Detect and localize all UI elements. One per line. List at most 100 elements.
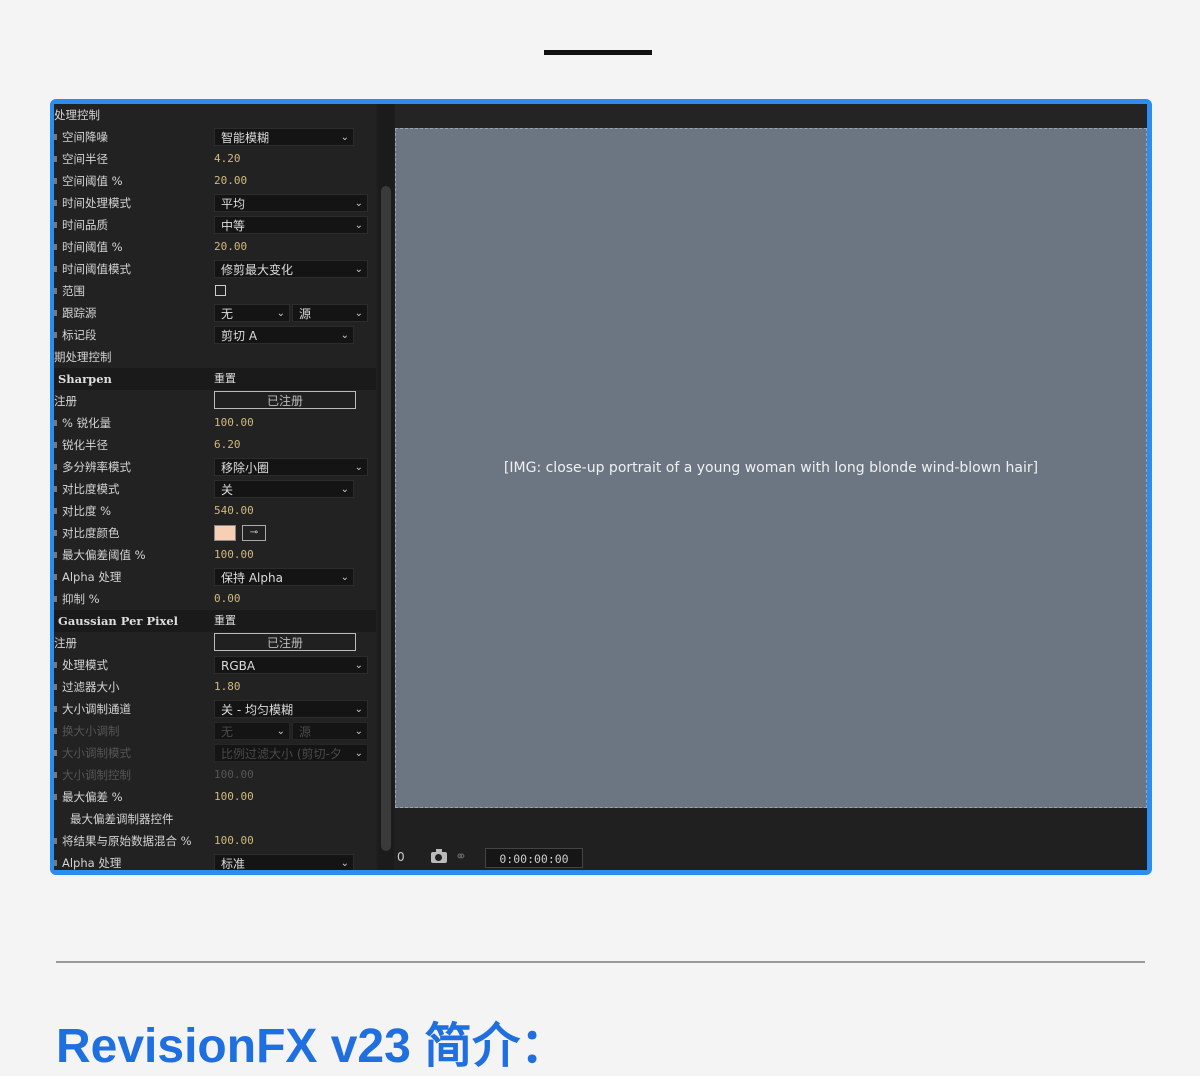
- reset-button[interactable]: 重置: [214, 610, 236, 632]
- expand-toggle[interactable]: [54, 442, 57, 448]
- chevron-down-icon: ⌄: [354, 704, 363, 715]
- param-value[interactable]: 1.80: [214, 676, 241, 698]
- dropdown-value: 比例过滤大小 (剪切-夕: [221, 747, 342, 761]
- eyedropper-icon[interactable]: ⊸: [242, 525, 266, 541]
- param-dropdown[interactable]: 标准 ⌄: [214, 854, 354, 870]
- param-label: 处理控制: [54, 108, 100, 122]
- param-dropdown[interactable]: 剪切 A ⌄: [214, 326, 354, 344]
- param-dropdown[interactable]: RGBA ⌄: [214, 656, 368, 674]
- link-icon[interactable]: ⚭: [455, 849, 467, 865]
- expand-toggle[interactable]: [54, 266, 57, 272]
- param-row: 最大偏差调制器控件: [54, 808, 376, 830]
- source-dropdown[interactable]: 无 ⌄: [214, 722, 290, 740]
- expand-toggle[interactable]: [54, 552, 57, 558]
- param-value[interactable]: 0.00: [214, 588, 241, 610]
- dropdown-value: 关 - 均匀模糊: [221, 703, 293, 717]
- param-dropdown[interactable]: 保持 Alpha ⌄: [214, 568, 354, 586]
- param-dropdown[interactable]: 智能模糊 ⌄: [214, 128, 354, 146]
- expand-toggle[interactable]: [54, 222, 57, 228]
- param-dropdown[interactable]: 关 ⌄: [214, 480, 354, 498]
- dropdown-value: 关: [221, 483, 234, 497]
- expand-toggle[interactable]: [54, 530, 57, 536]
- param-label: 换大小调制: [62, 724, 120, 738]
- expand-toggle[interactable]: [54, 464, 57, 470]
- expand-toggle[interactable]: [54, 200, 57, 206]
- editor-window: 处理控制 空间降噪 智能模糊 ⌄ 空间半径 4.20 空间阈值 % 20.00 时间处理模式 平均…: [54, 104, 1147, 870]
- param-row: Gaussian Per Pixel 重置: [54, 610, 376, 632]
- param-row: 处理模式 RGBA ⌄: [54, 654, 376, 676]
- param-dropdown[interactable]: 平均 ⌄: [214, 194, 368, 212]
- expand-toggle[interactable]: [54, 134, 57, 140]
- param-label: 空间阈值 %: [62, 174, 123, 188]
- param-label: 最大偏差调制器控件: [70, 812, 174, 826]
- param-value[interactable]: 20.00: [214, 170, 247, 192]
- expand-toggle[interactable]: [54, 728, 57, 734]
- param-dropdown[interactable]: 移除小圈 ⌄: [214, 458, 368, 476]
- param-label: 锐化半径: [62, 438, 108, 452]
- expand-toggle[interactable]: [54, 860, 57, 866]
- expand-toggle[interactable]: [54, 596, 57, 602]
- registered-button[interactable]: 已注册: [214, 391, 356, 409]
- expand-toggle[interactable]: [54, 486, 57, 492]
- param-label: % 锐化量: [62, 416, 112, 430]
- expand-toggle[interactable]: [54, 772, 57, 778]
- param-row: 时间品质 中等 ⌄: [54, 214, 376, 236]
- param-value[interactable]: 100.00: [214, 764, 254, 786]
- layer-dropdown[interactable]: 源 ⌄: [292, 722, 368, 740]
- panel-scrollbar[interactable]: [378, 104, 394, 870]
- expand-toggle[interactable]: [54, 310, 57, 316]
- chevron-down-icon: ⌄: [340, 572, 349, 583]
- param-row: 将结果与原始数据混合 % 100.00: [54, 830, 376, 852]
- expand-toggle[interactable]: [54, 332, 57, 338]
- param-value[interactable]: 100.00: [214, 412, 254, 434]
- param-value[interactable]: 540.00: [214, 500, 254, 522]
- param-value[interactable]: 6.20: [214, 434, 241, 456]
- param-row: 注册 已注册: [54, 390, 376, 412]
- param-value[interactable]: 100.00: [214, 786, 254, 808]
- param-dropdown[interactable]: 比例过滤大小 (剪切-夕 ⌄: [214, 744, 368, 762]
- dropdown-value: 智能模糊: [221, 131, 270, 145]
- timecode-display[interactable]: 0:00:00:00: [485, 848, 583, 868]
- scroll-thumb[interactable]: [381, 186, 391, 851]
- expand-toggle[interactable]: [54, 420, 57, 426]
- expand-toggle[interactable]: [54, 750, 57, 756]
- param-dropdown[interactable]: 中等 ⌄: [214, 216, 368, 234]
- expand-toggle[interactable]: [54, 288, 57, 294]
- expand-toggle[interactable]: [54, 508, 57, 514]
- param-row: 大小调制控制 100.00: [54, 764, 376, 786]
- param-value[interactable]: 20.00: [214, 236, 247, 258]
- expand-toggle[interactable]: [54, 662, 57, 668]
- param-label: 注册: [54, 394, 77, 408]
- expand-toggle[interactable]: [54, 574, 57, 580]
- param-value[interactable]: 100.00: [214, 544, 254, 566]
- param-row: 空间半径 4.20: [54, 148, 376, 170]
- expand-toggle[interactable]: [54, 838, 57, 844]
- color-swatch[interactable]: [214, 525, 236, 541]
- param-row: 过滤器大小 1.80: [54, 676, 376, 698]
- param-value[interactable]: 4.20: [214, 148, 241, 170]
- expand-toggle[interactable]: [54, 794, 57, 800]
- param-dropdown[interactable]: 修剪最大变化 ⌄: [214, 260, 368, 278]
- camera-icon[interactable]: [431, 849, 447, 863]
- reset-button[interactable]: 重置: [214, 368, 236, 390]
- param-label: 抑制 %: [62, 592, 100, 606]
- section-heading: RevisionFX v23 简介：: [56, 1020, 569, 1073]
- param-label: 注册: [54, 636, 77, 650]
- source-dropdown[interactable]: 无 ⌄: [214, 304, 290, 322]
- param-row: 范围: [54, 280, 376, 302]
- monitor-controls: 0 ⚭ 0:00:00:00: [395, 808, 1147, 870]
- param-label: Alpha 处理: [62, 570, 122, 584]
- expand-toggle[interactable]: [54, 178, 57, 184]
- expand-toggle[interactable]: [54, 684, 57, 690]
- expand-toggle[interactable]: [54, 706, 57, 712]
- expand-toggle[interactable]: [54, 156, 57, 162]
- layer-dropdown[interactable]: 源 ⌄: [292, 304, 368, 322]
- expand-toggle[interactable]: [54, 244, 57, 250]
- chevron-down-icon: ⌄: [354, 308, 363, 319]
- chevron-down-icon: ⌄: [340, 858, 349, 869]
- registered-button[interactable]: 已注册: [214, 633, 356, 651]
- param-value[interactable]: 100.00: [214, 830, 254, 852]
- range-checkbox[interactable]: [215, 285, 226, 296]
- param-dropdown[interactable]: 关 - 均匀模糊 ⌄: [214, 700, 368, 718]
- param-label: 标记段: [62, 328, 97, 342]
